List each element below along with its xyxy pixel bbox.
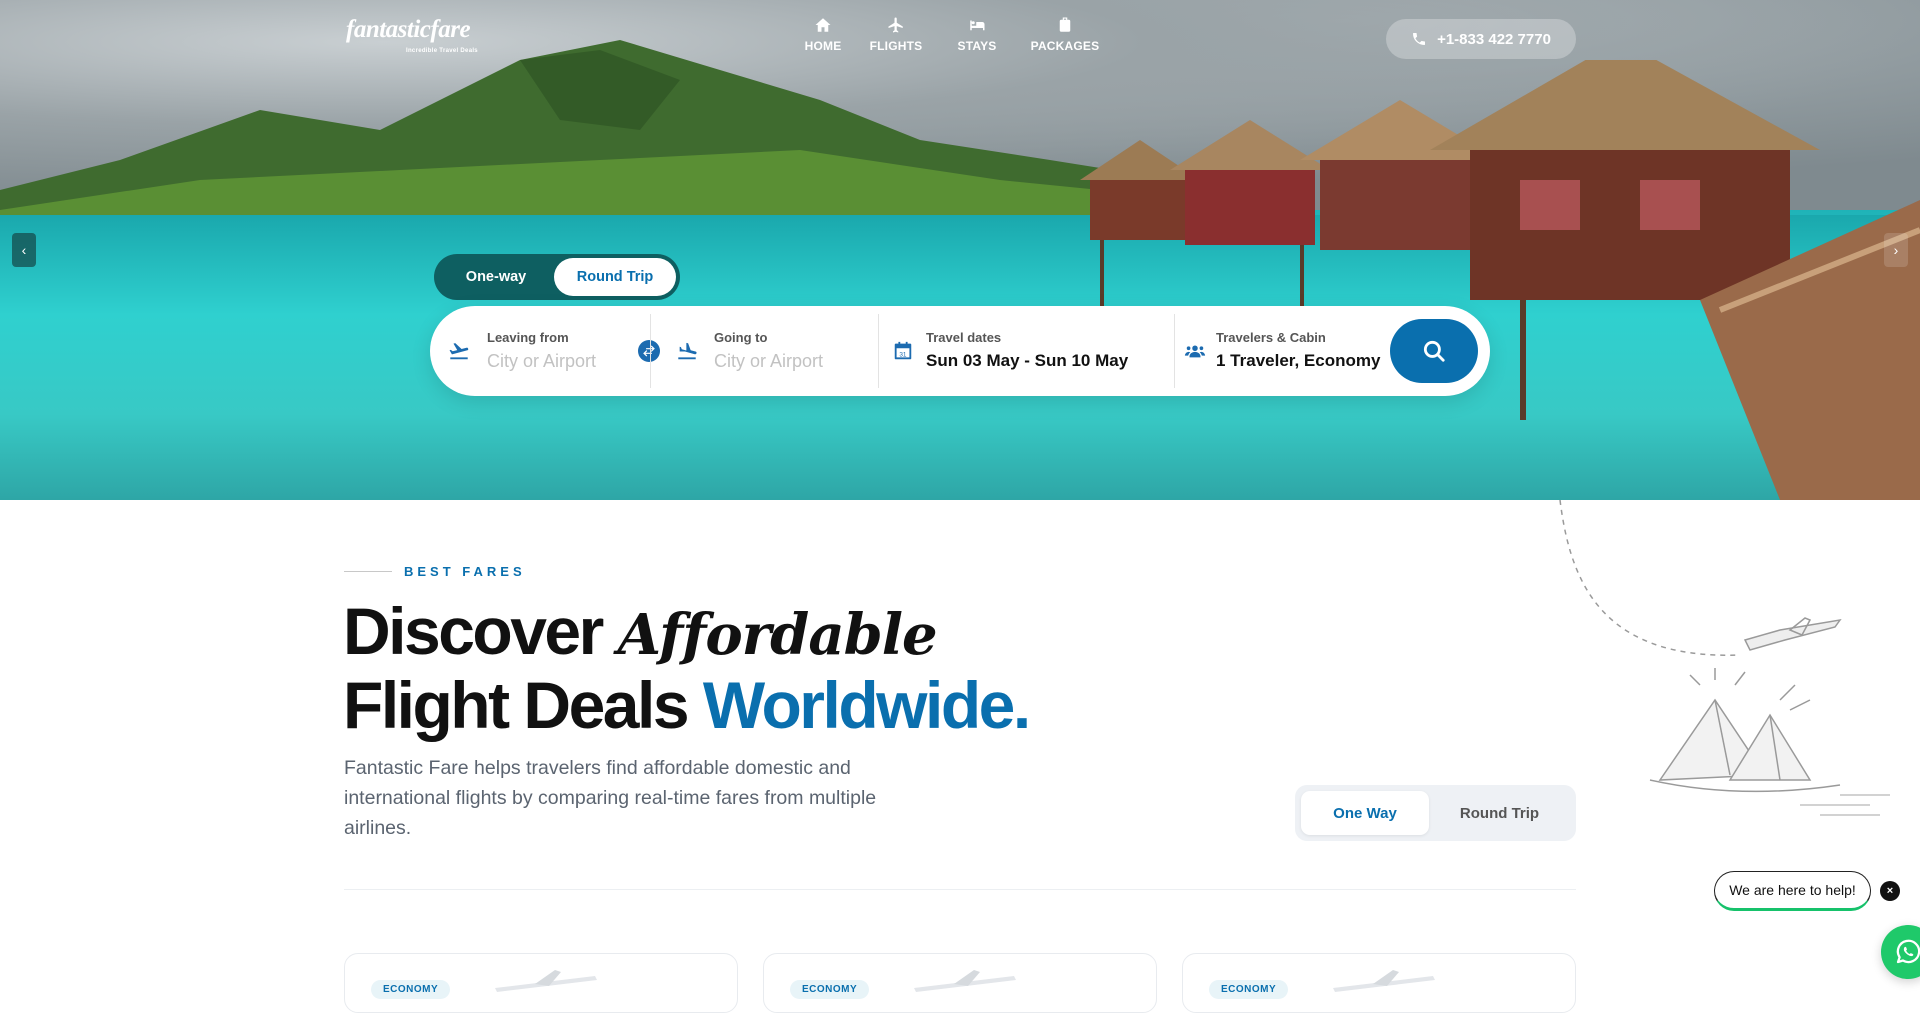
help-close-button[interactable]: × bbox=[1880, 881, 1900, 901]
calendar-icon: 31 bbox=[894, 341, 912, 360]
logo-text: fantasticfare bbox=[346, 16, 471, 43]
cabin-badge: ECONOMY bbox=[1209, 980, 1289, 999]
hero-banner: fantasticfare Incredible Travel Deals HO… bbox=[0, 0, 1920, 500]
phone-number: +1-833 422 7770 bbox=[1437, 30, 1551, 48]
slider-prev-button[interactable]: ‹ bbox=[12, 233, 36, 267]
one-way-tab[interactable]: One Way bbox=[1301, 791, 1429, 835]
bed-icon bbox=[970, 20, 985, 31]
travelers-label: Travelers & Cabin bbox=[1216, 330, 1326, 345]
nav-home-label: HOME bbox=[804, 39, 842, 53]
plane-icon bbox=[888, 17, 903, 33]
logo[interactable]: fantasticfare Incredible Travel Deals bbox=[346, 16, 506, 60]
eyebrow-line bbox=[344, 571, 392, 572]
going-to-field[interactable]: Going to City or Airport bbox=[650, 306, 878, 396]
headline-italic: Affordable bbox=[617, 602, 938, 668]
hero-bungalows-image bbox=[1080, 60, 1920, 500]
nav-packages[interactable]: PACKAGES bbox=[1016, 16, 1114, 62]
fare-card[interactable]: ECONOMY bbox=[1182, 953, 1576, 1013]
nav-packages-label: PACKAGES bbox=[1030, 39, 1100, 53]
section-description: Fantastic Fare helps travelers find affo… bbox=[344, 757, 877, 839]
svg-text:31: 31 bbox=[899, 352, 907, 359]
going-to-label: Going to bbox=[714, 330, 768, 345]
travelers-field[interactable]: Travelers & Cabin 1 Traveler, Economy bbox=[1174, 306, 1384, 396]
headline-part1: Discover bbox=[343, 594, 618, 668]
travel-dates-field[interactable]: 31 Travel dates Sun 03 May - Sun 10 May bbox=[878, 306, 1174, 396]
leaving-from-label: Leaving from bbox=[487, 330, 569, 345]
fare-type-toggle: One Way Round Trip bbox=[1295, 785, 1576, 841]
plane-landing-icon bbox=[678, 342, 697, 360]
help-bubble[interactable]: We are here to help! bbox=[1714, 871, 1871, 911]
page-headline: Discover Affordable Flight Deals Worldwi… bbox=[343, 594, 1031, 742]
cabin-badge: ECONOMY bbox=[790, 980, 870, 999]
logo-tagline: Incredible Travel Deals bbox=[406, 48, 478, 54]
nav-stays[interactable]: STAYS bbox=[938, 16, 1016, 62]
search-button[interactable] bbox=[1390, 319, 1478, 383]
section-eyebrow: BEST FARES bbox=[404, 564, 526, 579]
travel-dates-label: Travel dates bbox=[926, 330, 1002, 345]
whatsapp-button[interactable] bbox=[1881, 925, 1920, 979]
fare-card[interactable]: ECONOMY bbox=[344, 953, 738, 1013]
leaving-from-field[interactable]: Leaving from City or Airport bbox=[430, 306, 650, 396]
nav-flights-label: FLIGHTS bbox=[869, 39, 923, 53]
leaving-from-input[interactable]: City or Airport bbox=[487, 351, 596, 372]
luggage-icon bbox=[1059, 17, 1071, 32]
plane-takeoff-icon bbox=[449, 343, 469, 360]
headline-blue: Worldwide. bbox=[702, 668, 1031, 742]
cabin-badge: ECONOMY bbox=[371, 980, 451, 999]
nav-home[interactable]: HOME bbox=[792, 16, 854, 62]
nav-stays-label: STAYS bbox=[957, 39, 997, 53]
fare-card[interactable]: ECONOMY bbox=[763, 953, 1157, 1013]
search-icon bbox=[1423, 340, 1445, 362]
airplane-image bbox=[1333, 970, 1435, 992]
flight-search-bar: Leaving from City or Airport Going to Ci… bbox=[430, 306, 1490, 396]
trip-type-toggle: One-way Round Trip bbox=[434, 254, 680, 300]
pyramids-illustration bbox=[1559, 500, 1890, 816]
nav-flights[interactable]: FLIGHTS bbox=[854, 16, 938, 62]
section-divider bbox=[344, 889, 1576, 890]
home-icon bbox=[815, 18, 831, 32]
round-trip-option[interactable]: Round Trip bbox=[554, 258, 676, 296]
phone-button[interactable]: +1-833 422 7770 bbox=[1386, 19, 1576, 59]
headline-part2: Flight Deals bbox=[343, 668, 703, 742]
airplane-image bbox=[495, 970, 597, 992]
whatsapp-icon bbox=[1896, 939, 1920, 964]
phone-icon bbox=[1413, 33, 1426, 45]
airplane-image bbox=[914, 970, 1016, 992]
main-nav: HOME FLIGHTS STAYS PACKAGES bbox=[792, 16, 1114, 62]
travel-dates-value: Sun 03 May - Sun 10 May bbox=[926, 351, 1129, 370]
users-icon bbox=[1184, 345, 1206, 358]
one-way-option[interactable]: One-way bbox=[438, 258, 554, 296]
going-to-input[interactable]: City or Airport bbox=[714, 351, 823, 372]
travelers-value: 1 Traveler, Economy bbox=[1216, 351, 1381, 370]
slider-next-button[interactable]: › bbox=[1884, 233, 1908, 267]
